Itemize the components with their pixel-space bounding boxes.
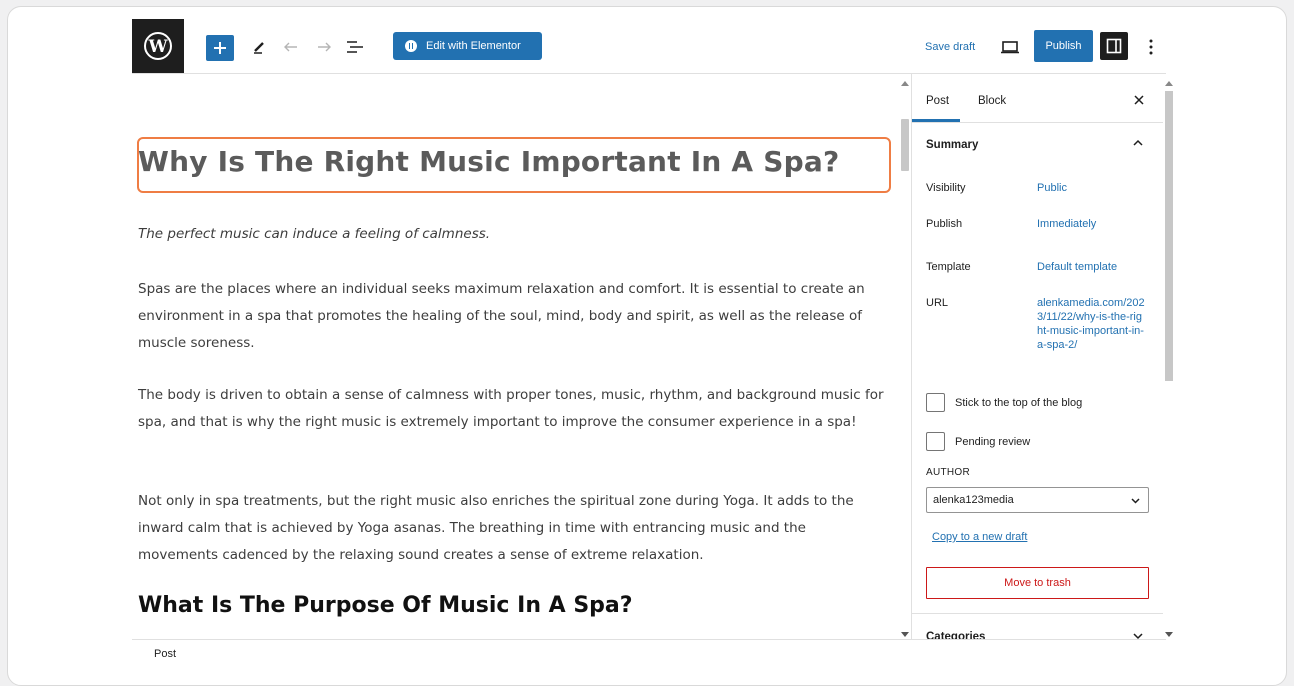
scroll-down-arrow-icon[interactable]	[901, 632, 909, 637]
tab-block[interactable]: Block	[978, 95, 1006, 107]
settings-sidebar: Post Block Summary Visibility Public Pub…	[911, 74, 1163, 643]
pending-review-label[interactable]: Pending review	[955, 436, 1030, 448]
sticky-checkbox[interactable]	[926, 393, 945, 412]
scroll-thumb[interactable]	[901, 119, 909, 171]
panel-divider	[912, 613, 1163, 614]
editor-footer: Post	[132, 639, 1166, 669]
summary-panel-title[interactable]: Summary	[926, 139, 978, 151]
tab-post[interactable]: Post	[926, 95, 949, 107]
copy-to-new-draft-link[interactable]: Copy to a new draft	[932, 531, 1027, 543]
undo-icon[interactable]	[281, 36, 303, 58]
publish-date-toggle[interactable]: Immediately	[1037, 218, 1096, 230]
wordpress-logo-icon[interactable]: W	[132, 19, 184, 73]
sticky-label[interactable]: Stick to the top of the blog	[955, 397, 1082, 409]
post-title[interactable]: Why Is The Right Music Important In A Sp…	[138, 145, 839, 178]
paragraph-block[interactable]: The body is driven to obtain a sense of …	[138, 382, 888, 436]
move-to-trash-button[interactable]: Move to trash	[926, 567, 1149, 599]
elementor-icon	[405, 40, 417, 52]
settings-panel-icon[interactable]	[1100, 32, 1128, 60]
preview-desktop-icon[interactable]	[999, 36, 1021, 58]
scroll-thumb[interactable]	[1165, 91, 1173, 381]
editor-scrollbar[interactable]	[898, 79, 912, 641]
close-icon[interactable]	[1131, 92, 1147, 108]
chevron-down-icon	[1131, 496, 1140, 505]
add-block-button[interactable]	[206, 35, 234, 61]
pending-review-checkbox[interactable]	[926, 432, 945, 451]
visibility-label: Visibility	[926, 182, 966, 194]
scroll-up-arrow-icon[interactable]	[1165, 81, 1173, 86]
author-select[interactable]: alenka123media	[926, 487, 1149, 513]
template-label: Template	[926, 261, 971, 273]
edit-with-elementor-button[interactable]: Edit with Elementor	[393, 32, 542, 60]
paragraph-block[interactable]: Not only in spa treatments, but the righ…	[138, 488, 888, 569]
publish-button[interactable]: Publish	[1034, 30, 1093, 62]
scroll-down-arrow-icon[interactable]	[1165, 632, 1173, 637]
edit-with-elementor-label: Edit with Elementor	[426, 40, 521, 52]
visibility-toggle[interactable]: Public	[1037, 182, 1067, 194]
paragraph-block[interactable]: The perfect music can induce a feeling o…	[138, 221, 888, 248]
sidebar-scrollbar[interactable]	[1163, 79, 1175, 641]
svg-text:W: W	[147, 37, 168, 57]
author-label: AUTHOR	[926, 467, 971, 478]
editor-header: W Edit with Elementor Save draft Publish	[8, 7, 1286, 74]
redo-icon[interactable]	[312, 36, 334, 58]
heading-block[interactable]: What Is The Purpose Of Music In A Spa?	[138, 593, 633, 618]
scroll-up-arrow-icon[interactable]	[901, 81, 909, 86]
editor-canvas[interactable]: Why Is The Right Music Important In A Sp…	[132, 74, 912, 639]
save-draft-button[interactable]: Save draft	[925, 41, 975, 53]
publish-label: Publish	[926, 218, 963, 230]
browser-frame: W Edit with Elementor Save draft Publish	[7, 6, 1287, 686]
breadcrumb[interactable]: Post	[154, 648, 176, 660]
author-select-value: alenka123media	[933, 494, 1014, 506]
document-overview-icon[interactable]	[344, 36, 366, 58]
url-label: URL	[926, 297, 949, 309]
chevron-up-icon[interactable]	[1131, 136, 1145, 150]
tabs-divider	[912, 122, 1163, 123]
tools-pencil-icon[interactable]	[248, 36, 270, 58]
template-toggle[interactable]: Default template	[1037, 261, 1117, 273]
paragraph-block[interactable]: Spas are the places where an individual …	[138, 276, 888, 357]
more-options-icon[interactable]	[1141, 36, 1161, 58]
post-url-link[interactable]: alenkamedia.com/2023/11/22/why-is-the-ri…	[1037, 296, 1145, 352]
